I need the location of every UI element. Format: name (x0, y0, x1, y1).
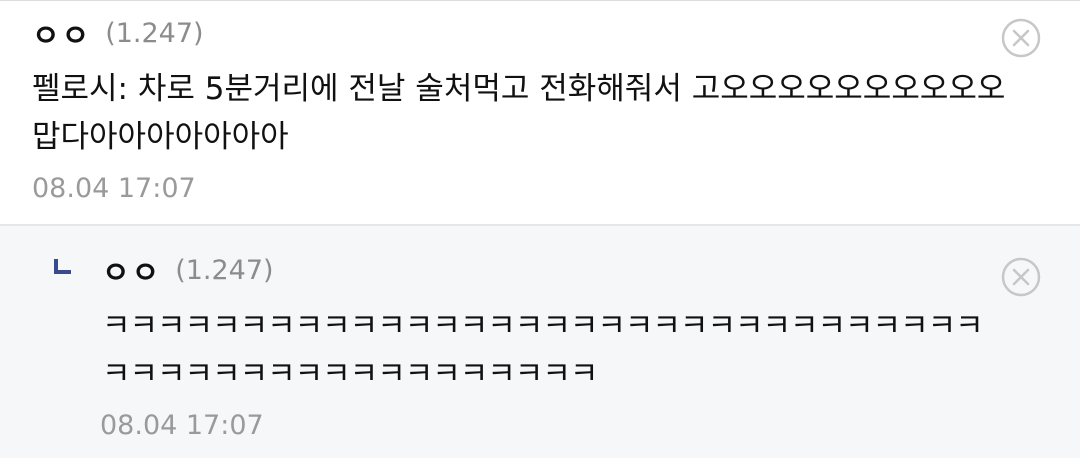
reply-author[interactable]: ㅇㅇ (102, 248, 161, 292)
reply-timestamp: 08.04 17:07 (100, 410, 264, 441)
comment-timestamp: 08.04 17:07 (32, 173, 196, 204)
comment-item: ㅇㅇ (1.247) 펠로시: 차로 5분거리에 전날 술처먹고 전화해줘서 고… (0, 1, 1080, 226)
reply-item: ㅇㅇ (1.247) ㅋㅋㅋㅋㅋㅋㅋㅋㅋㅋㅋㅋㅋㅋㅋㅋㅋㅋㅋㅋㅋㅋㅋㅋㅋㅋㅋㅋㅋ… (0, 226, 1080, 458)
comment-author[interactable]: ㅇㅇ (32, 11, 91, 55)
reply-header: ㅇㅇ (1.247) (102, 248, 274, 292)
close-circle-icon (1001, 257, 1041, 297)
comment-text: 펠로시: 차로 5분거리에 전날 술처먹고 전화해줘서 고오오오오오오오오오오 … (32, 71, 1006, 155)
comment-delete-button[interactable] (1001, 18, 1041, 58)
reply-delete-button[interactable] (1001, 257, 1041, 297)
comment-header: ㅇㅇ (1.247) (32, 11, 204, 55)
reply-arrow-icon (53, 257, 73, 277)
comment-ip: (1.247) (105, 17, 204, 49)
reply-text: ㅋㅋㅋㅋㅋㅋㅋㅋㅋㅋㅋㅋㅋㅋㅋㅋㅋㅋㅋㅋㅋㅋㅋㅋㅋㅋㅋㅋㅋㅋㅋㅋ ㅋㅋㅋㅋㅋㅋㅋ… (102, 308, 984, 392)
close-circle-icon (1001, 18, 1041, 58)
reply-ip: (1.247) (175, 254, 274, 286)
